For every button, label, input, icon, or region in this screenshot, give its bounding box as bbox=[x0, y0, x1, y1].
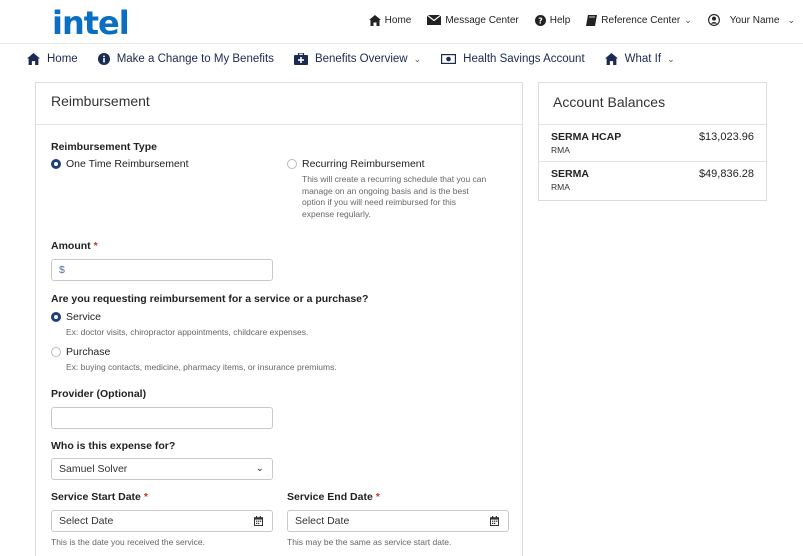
top-header: intel Home Message Center ? Help Referen… bbox=[0, 0, 803, 44]
start-date-hint: This is the date you received the servic… bbox=[51, 537, 206, 547]
calendar-icon[interactable] bbox=[254, 516, 263, 526]
purchase-radio[interactable] bbox=[51, 347, 61, 357]
who-label: Who is this expense for? bbox=[51, 440, 176, 452]
medkit-icon bbox=[293, 53, 308, 65]
recurring-radio[interactable] bbox=[287, 159, 297, 169]
service-hint: Ex: doctor visits, chiropractor appointm… bbox=[66, 327, 309, 337]
nav-benefits-overview[interactable]: Benefits Overview ⌄ bbox=[284, 53, 431, 65]
nav-what-if[interactable]: What If ⌄ bbox=[595, 53, 685, 65]
account-balances-card: Account Balances SERMA HCAP RMA $13,023.… bbox=[538, 82, 767, 201]
book-icon bbox=[586, 14, 598, 26]
user-circle-icon bbox=[707, 14, 720, 26]
reimbursement-card: Reimbursement Reimbursement Type One Tim… bbox=[35, 82, 523, 556]
chevron-down-icon: ⌄ bbox=[684, 14, 692, 25]
service-radio[interactable] bbox=[51, 312, 61, 322]
provider-label: Provider (Optional) bbox=[51, 388, 147, 400]
end-date-label: Service End Date * bbox=[287, 491, 380, 503]
main-nav: Home Make a Change to My Benefits Benefi… bbox=[0, 44, 803, 74]
header-help-link[interactable]: ? Help bbox=[534, 14, 570, 26]
amount-label: Amount * bbox=[51, 240, 98, 252]
reimbursement-type-label: Reimbursement Type bbox=[51, 141, 157, 153]
account-type: RMA bbox=[551, 182, 570, 192]
nav-make-change[interactable]: Make a Change to My Benefits bbox=[88, 53, 284, 65]
balances-title: Account Balances bbox=[539, 83, 766, 125]
utility-links: Home Message Center ? Help Reference Cen… bbox=[353, 14, 795, 26]
question-circle-icon: ? bbox=[534, 14, 546, 26]
chevron-down-icon: ⌄ bbox=[787, 14, 795, 25]
nav-home[interactable]: Home bbox=[0, 53, 88, 65]
header-user-menu[interactable]: Your Name ⌄ bbox=[707, 14, 795, 26]
chevron-down-icon: ⌄ bbox=[255, 463, 264, 474]
recurring-label[interactable]: Recurring Reimbursement bbox=[302, 158, 425, 170]
start-date-label: Service Start Date * bbox=[51, 491, 148, 503]
service-label[interactable]: Service bbox=[66, 311, 101, 323]
provider-input[interactable] bbox=[51, 407, 273, 429]
svg-text:?: ? bbox=[538, 16, 543, 25]
end-date-hint: This may be the same as service start da… bbox=[287, 537, 452, 547]
amount-input[interactable]: $ bbox=[51, 259, 273, 281]
money-icon bbox=[441, 54, 457, 64]
start-date-input[interactable]: Select Date bbox=[51, 510, 273, 532]
service-purchase-question: Are you requesting reimbursement for a s… bbox=[51, 293, 369, 305]
purchase-label[interactable]: Purchase bbox=[66, 346, 110, 358]
who-select[interactable]: Samuel Solver ⌄ bbox=[51, 458, 273, 480]
calendar-icon[interactable] bbox=[490, 516, 499, 526]
end-date-input[interactable]: Select Date bbox=[287, 510, 509, 532]
header-reference-center-link[interactable]: Reference Center ⌄ bbox=[586, 14, 692, 26]
chevron-down-icon: ⌄ bbox=[667, 53, 675, 64]
account-amount: $13,023.96 bbox=[698, 131, 754, 143]
home-icon bbox=[27, 53, 40, 65]
envelope-icon bbox=[427, 15, 442, 25]
chevron-down-icon: ⌄ bbox=[413, 53, 422, 64]
purchase-hint: Ex: buying contacts, medicine, pharmacy … bbox=[66, 362, 337, 372]
account-type: RMA bbox=[551, 145, 570, 155]
card-title: Reimbursement bbox=[36, 83, 522, 125]
header-message-center-link[interactable]: Message Center bbox=[427, 15, 519, 26]
recurring-hint: This will create a recurring schedule th… bbox=[302, 174, 487, 219]
one-time-label[interactable]: One Time Reimbursement bbox=[66, 158, 189, 170]
balance-row[interactable]: SERMA HCAP RMA $13,023.96 bbox=[539, 125, 766, 162]
balance-row[interactable]: SERMA RMA $49,836.28 bbox=[539, 162, 766, 199]
one-time-radio[interactable] bbox=[51, 159, 61, 169]
nav-health-savings-account[interactable]: Health Savings Account bbox=[431, 53, 594, 65]
intel-logo[interactable]: intel bbox=[52, 4, 130, 42]
account-amount: $49,836.28 bbox=[698, 168, 754, 180]
header-home-link[interactable]: Home bbox=[368, 14, 411, 26]
home-icon bbox=[368, 14, 381, 26]
home-icon bbox=[604, 53, 618, 65]
info-circle-icon bbox=[97, 53, 110, 65]
